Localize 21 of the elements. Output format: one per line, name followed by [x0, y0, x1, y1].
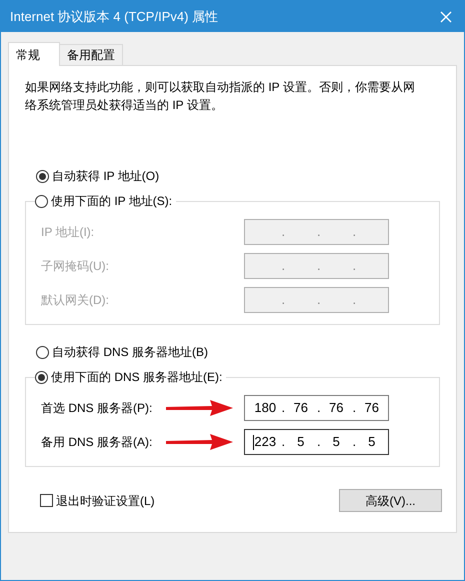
close-icon[interactable]	[440, 10, 452, 22]
field-label: IP 地址(I):	[41, 224, 94, 241]
ip-address-field[interactable]: 223 . 5 . 5 . 5	[244, 429, 389, 455]
checkbox-label: 退出时验证设置(L)	[56, 492, 155, 510]
checkbox[interactable]	[40, 494, 53, 507]
advanced-button[interactable]: 高级(V)...	[339, 489, 442, 512]
tab[interactable]: 备用配置	[60, 44, 123, 65]
field-label: 首选 DNS 服务器(P):	[41, 400, 152, 417]
radio-label: 自动获得 DNS 服务器地址(B)	[52, 344, 208, 361]
radio-label: 使用下面的 IP 地址(S):	[51, 193, 172, 210]
radio-button[interactable]	[35, 370, 48, 384]
field-label: 子网掩码(U):	[41, 258, 109, 275]
radio-button[interactable]	[36, 346, 49, 358]
tab[interactable]: 常规	[8, 42, 60, 66]
radio-label: 使用下面的 DNS 服务器地址(E):	[51, 369, 222, 386]
description-text: 如果网络支持此功能，则可以获取自动指派的 IP 设置。否则，你需要从网络系统管理员处获得适当的 IP 设置。	[24, 79, 416, 114]
ip-address-field[interactable]: 180 . 76 . 76 . 76	[244, 395, 389, 421]
field-label: 默认网关(D):	[41, 292, 109, 309]
radio-label: 自动获得 IP 地址(O)	[52, 168, 160, 185]
window-title: Internet 协议版本 4 (TCP/IPv4) 属性	[10, 8, 218, 26]
field-label: 备用 DNS 服务器(A):	[41, 434, 152, 451]
